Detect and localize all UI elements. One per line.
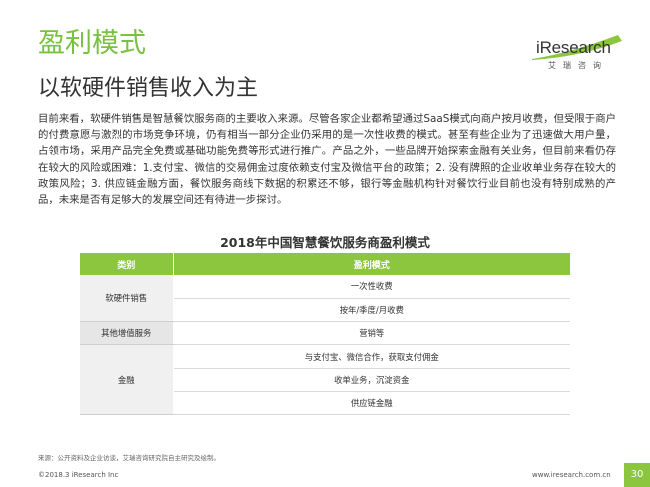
category-cell: 软硬件销售 [80,275,174,323]
header-category: 类别 [80,253,174,275]
website-url: www.iresearch.com.cn [532,471,611,479]
logo-brand: iResearch [536,38,611,57]
page-title: 盈利模式 [38,28,146,59]
page-number: 30 [624,463,650,487]
category-cell: 其他增值服务 [80,321,174,346]
profit-model-table: 类别 盈利模式 软硬件销售 一次性收费 按年/季度/月收费 其他增值服务 营销等… [80,253,570,416]
page-subtitle: 以软硬件销售收入为主 [38,76,259,101]
model-cell: 收单业务，沉淀资金 [173,368,570,392]
logo-brand-cn: 艾瑞咨询 [548,61,608,70]
model-cell: 营销等 [173,321,570,346]
model-cell: 供应链金融 [173,391,570,416]
category-cell: 金融 [80,344,174,416]
model-cell: 一次性收费 [173,275,570,299]
table-row: 软硬件销售 一次性收费 [80,275,570,323]
model-cell: 与支付宝、微信合作，获取支付佣金 [173,344,570,369]
iresearch-logo: iResearch 艾瑞咨询 [530,33,624,73]
source-note: 来源：公开资料及企业访谈，艾瑞咨询研究院自主研究及绘制。 [38,454,220,462]
model-cell: 按年/季度/月收费 [173,298,570,323]
body-paragraph: 目前来看，软硬件销售是智慧餐饮服务商的主要收入来源。尽管各家企业都希望通过Saa… [38,113,616,207]
table-row: 金融 与支付宝、微信合作，获取支付佣金 [80,344,570,416]
table-title: 2018年中国智慧餐饮服务商盈利模式 [220,235,430,250]
header-model: 盈利模式 [173,253,570,275]
table-row: 其他增值服务 营销等 [80,321,570,346]
table-header-row: 类别 盈利模式 [80,253,570,275]
copyright: ©2018.3 iResearch Inc [38,471,119,479]
